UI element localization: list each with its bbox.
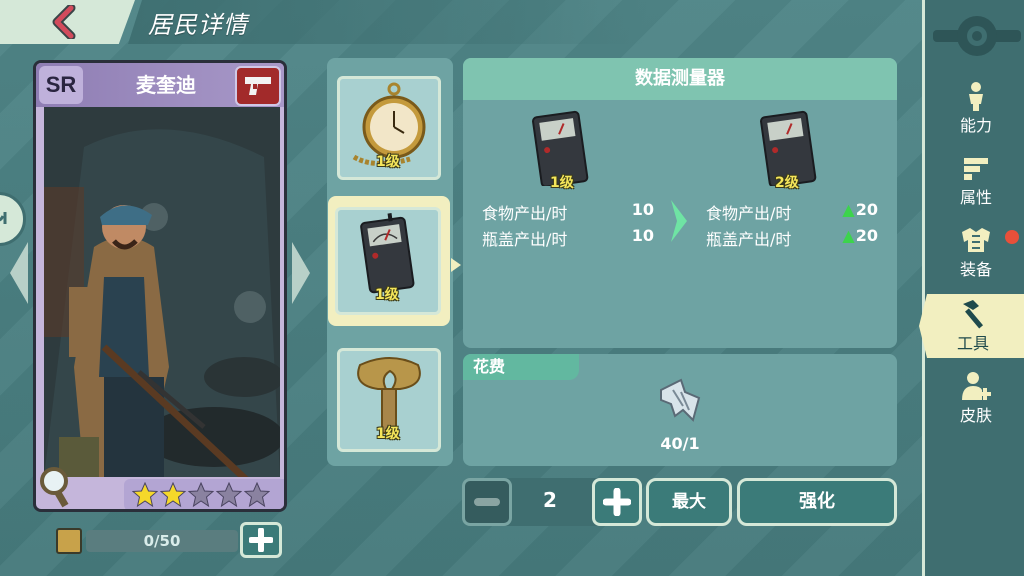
cost-count: 40/1 bbox=[660, 434, 700, 453]
sidebar-item-label: 装备 bbox=[959, 260, 992, 279]
current-stats: 食物产出/时 10 瓶盖产出/时 10 bbox=[482, 200, 654, 252]
bars-icon bbox=[964, 158, 988, 180]
item-level: 1级 bbox=[376, 154, 400, 170]
plus-icon bbox=[249, 528, 273, 552]
decrease-quantity-button[interactable] bbox=[462, 478, 512, 526]
item-name: 数据测量器 bbox=[463, 58, 897, 100]
item-slot-data-meter[interactable]: 1级 bbox=[328, 196, 450, 326]
stat-row: 瓶盖产出/时 10 bbox=[482, 226, 654, 252]
sidebar-item-label: 工具 bbox=[956, 334, 989, 353]
current-level: 1级 bbox=[550, 175, 574, 191]
stat-value-wrap: ▲20 bbox=[842, 200, 878, 226]
sidebar-item-attributes[interactable]: 属性 bbox=[928, 148, 1024, 212]
rarity-badge: SR bbox=[39, 66, 83, 104]
upgrade-arrow-icon bbox=[667, 198, 691, 244]
hammer-icon bbox=[963, 300, 984, 329]
stat-value: 20 bbox=[855, 200, 878, 219]
character-portrait bbox=[44, 107, 280, 477]
stat-row: 食物产出/时 10 bbox=[482, 200, 654, 226]
item-level: 1级 bbox=[376, 426, 400, 442]
arrow-right-icon bbox=[292, 242, 310, 304]
sidebar-item-ability[interactable]: 能力 bbox=[928, 76, 1024, 140]
stat-value: 10 bbox=[631, 226, 654, 245]
up-arrow-icon: ▲ bbox=[842, 226, 855, 245]
up-arrow-icon: ▲ bbox=[842, 200, 855, 219]
header: 居民详情 bbox=[0, 0, 648, 44]
sidebar-item-skins[interactable]: 皮肤 bbox=[928, 366, 1024, 430]
person-add-icon bbox=[962, 372, 991, 400]
star-filled-icon bbox=[160, 482, 186, 508]
increase-quantity-button[interactable] bbox=[592, 478, 642, 526]
stat-label: 瓶盖产出/时 bbox=[482, 230, 568, 249]
stat-row: 食物产出/时 ▲20 bbox=[706, 200, 878, 226]
item-slot-inner: 1级 bbox=[335, 207, 441, 315]
max-button[interactable]: 最大 bbox=[646, 478, 732, 526]
experience-row: 0/50 bbox=[56, 522, 286, 558]
star-empty-icon bbox=[188, 482, 214, 508]
item-list: 1级 1级 1级 bbox=[327, 58, 453, 466]
stat-label: 食物产出/时 bbox=[482, 204, 568, 223]
quantity-value: 2 bbox=[543, 488, 557, 512]
pistol-icon bbox=[245, 77, 271, 95]
sidebar-item-label: 能力 bbox=[959, 116, 992, 135]
sidebar-item-label: 皮肤 bbox=[959, 406, 992, 425]
avatar-icon bbox=[56, 528, 82, 554]
handle-icon bbox=[0, 212, 7, 224]
plus-icon bbox=[603, 488, 631, 516]
stat-value: 10 bbox=[631, 200, 654, 219]
notification-dot bbox=[1005, 230, 1019, 244]
arrow-left-icon bbox=[10, 242, 28, 304]
character-illustration bbox=[44, 107, 280, 477]
next-level: 2级 bbox=[775, 175, 799, 191]
sidebar-item-label: 属性 bbox=[959, 188, 992, 207]
stat-value-wrap: ▲20 bbox=[842, 226, 878, 252]
vault-gear-icon bbox=[933, 12, 1021, 60]
metal-scrap-icon[interactable] bbox=[655, 376, 705, 426]
weapon-badge[interactable] bbox=[235, 66, 281, 106]
minus-icon bbox=[474, 498, 500, 506]
page-title: 居民详情 bbox=[148, 11, 248, 39]
selection-pointer bbox=[451, 258, 461, 272]
armor-icon bbox=[962, 228, 990, 252]
experience-bar: 0/50 bbox=[86, 530, 238, 552]
previous-character-arrow[interactable] bbox=[8, 240, 30, 306]
chevron-left-icon bbox=[52, 5, 76, 39]
item-slot-wind-up-key[interactable]: 1级 bbox=[337, 348, 441, 452]
sidebar-item-tools[interactable]: 工具 bbox=[919, 294, 1024, 358]
person-icon bbox=[969, 82, 983, 111]
stat-label: 食物产出/时 bbox=[706, 204, 792, 223]
stat-row: 瓶盖产出/时 ▲20 bbox=[706, 226, 878, 252]
cost-label: 花费 bbox=[463, 354, 579, 380]
item-level: 1级 bbox=[375, 287, 399, 303]
back-button[interactable] bbox=[40, 4, 88, 40]
character-card[interactable]: SR 麦奎迪 bbox=[33, 60, 287, 512]
sidebar: 能力 属性 装备 工具 皮肤 bbox=[919, 0, 1024, 576]
magnifier-icon[interactable] bbox=[38, 467, 76, 509]
star-filled-icon bbox=[132, 482, 158, 508]
stat-label: 瓶盖产出/时 bbox=[706, 230, 792, 249]
upgrade-button[interactable]: 强化 bbox=[737, 478, 897, 526]
next-character-arrow[interactable] bbox=[290, 240, 312, 306]
star-rating bbox=[124, 479, 284, 509]
character-name: 麦奎迪 bbox=[136, 73, 196, 97]
stat-value: 20 bbox=[855, 226, 878, 245]
cost-panel: 花费 40/1 bbox=[463, 354, 897, 466]
add-experience-button[interactable] bbox=[240, 522, 282, 558]
star-empty-icon bbox=[244, 482, 270, 508]
star-empty-icon bbox=[216, 482, 242, 508]
next-stats: 食物产出/时 ▲20 瓶盖产出/时 ▲20 bbox=[706, 200, 878, 252]
item-slot-pocket-watch[interactable]: 1级 bbox=[337, 76, 441, 180]
